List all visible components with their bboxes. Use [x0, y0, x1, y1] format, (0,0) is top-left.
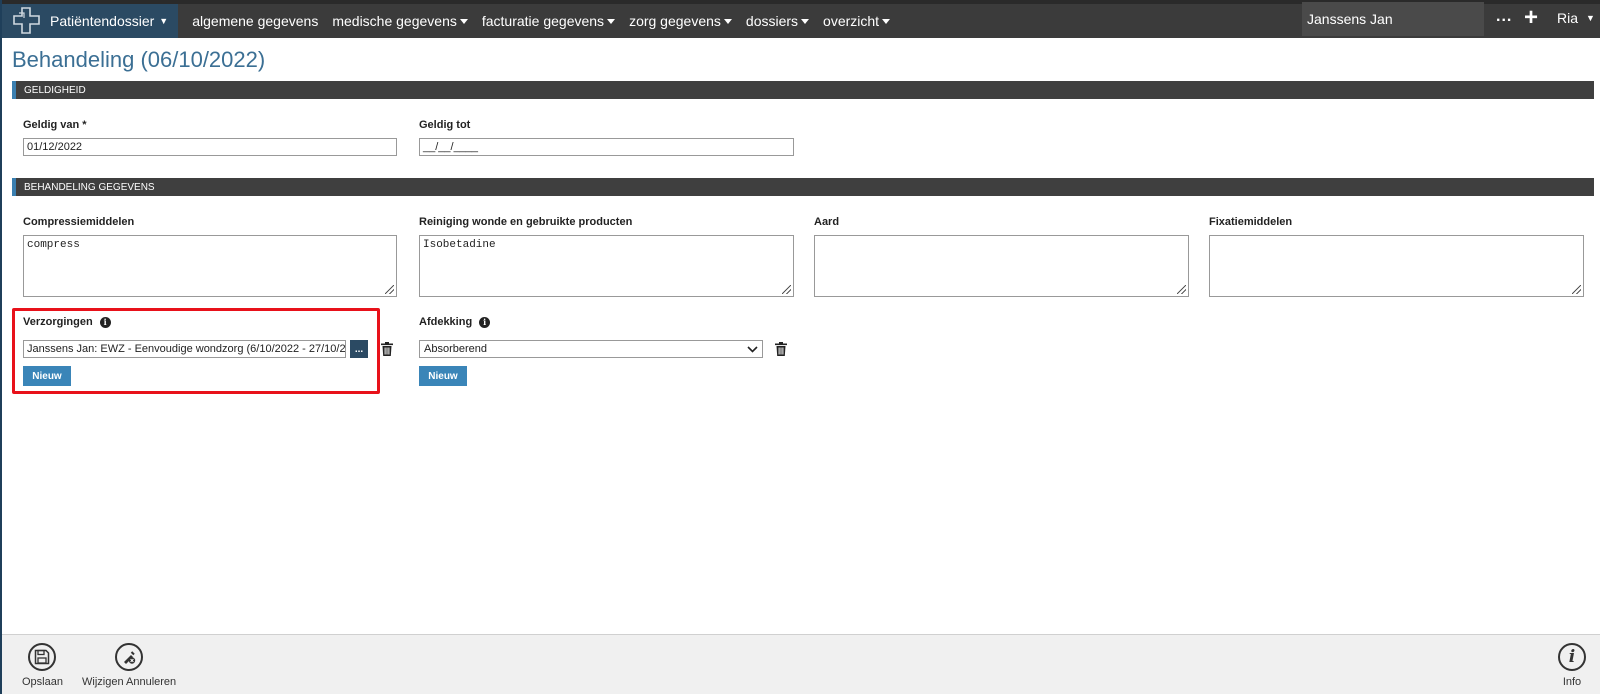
brand-label: Patiëntendossier — [50, 13, 155, 29]
dropdown-caret-icon — [801, 18, 810, 24]
add-button[interactable]: + — [1524, 4, 1538, 32]
nav-zorg-gegevens[interactable]: zorg gegevens — [629, 13, 732, 29]
section-header-geldigheid: GELDIGHEID — [12, 81, 1594, 99]
save-icon — [28, 643, 57, 671]
nav-label: facturatie gegevens — [481, 13, 605, 29]
aard-textarea[interactable] — [814, 235, 1189, 297]
user-name: Ria — [1557, 10, 1579, 26]
geldig-tot-label: Geldig tot — [419, 119, 471, 131]
compressiemiddelen-textarea[interactable]: compress — [23, 235, 397, 297]
geldig-van-input[interactable]: 01/12/2022 — [23, 138, 397, 156]
afdekking-label: Afdekking — [419, 316, 473, 328]
footer-toolbar: Opslaan Wijzigen Annuleren i Info — [2, 634, 1600, 694]
geldig-tot-input[interactable]: __/__/____ — [419, 138, 794, 156]
patient-selector[interactable]: Janssens Jan — [1302, 2, 1484, 36]
cancel-edit-icon — [115, 643, 144, 671]
afdekking-value: Absorberend — [424, 343, 487, 355]
info-button[interactable]: i Info — [1558, 643, 1586, 688]
nav-algemene-gegevens[interactable]: algemene gegevens — [192, 13, 318, 29]
nav-overzicht[interactable]: overzicht — [823, 13, 891, 29]
fixatiemiddelen-textarea[interactable] — [1209, 235, 1584, 297]
chevron-down-icon: ▼ — [159, 16, 169, 26]
fixatiemiddelen-label: Fixatiemiddelen — [1209, 216, 1293, 228]
verzorgingen-input[interactable]: Janssens Jan: EWZ - Eenvoudige wondzorg … — [23, 340, 346, 358]
cancel-changes-button[interactable]: Wijzigen Annuleren — [82, 643, 176, 688]
compressiemiddelen-label: Compressiemiddelen — [23, 216, 135, 228]
resize-grip-icon[interactable] — [782, 285, 791, 294]
chevron-down-icon — [747, 345, 758, 353]
dropdown-caret-icon — [882, 18, 891, 24]
nav-medische-gegevens[interactable]: medische gegevens — [332, 13, 468, 29]
medical-cross-logo-icon — [13, 7, 40, 34]
trash-icon[interactable] — [381, 342, 393, 356]
reiniging-textarea[interactable]: Isobetadine — [419, 235, 794, 297]
brand-menu[interactable]: Patiëntendossier ▼ — [2, 4, 179, 38]
more-button[interactable]: ... — [1496, 8, 1512, 26]
section-header-behandeling-gegevens: BEHANDELING GEGEVENS — [12, 178, 1594, 196]
verzorgingen-new-button[interactable]: Nieuw — [23, 366, 71, 386]
dropdown-caret-icon — [459, 18, 468, 24]
nav-label: zorg gegevens — [629, 13, 721, 29]
info-icon[interactable]: i — [99, 316, 111, 328]
save-label: Opslaan — [22, 676, 63, 688]
nav-dossiers[interactable]: dossiers — [745, 13, 810, 29]
afdekking-new-button[interactable]: Nieuw — [419, 366, 467, 386]
reiniging-label: Reiniging wonde en gebruikte producten — [419, 216, 633, 228]
save-button[interactable]: Opslaan — [22, 643, 63, 688]
resize-grip-icon[interactable] — [1572, 285, 1581, 294]
chevron-down-icon: ▼ — [1586, 13, 1595, 23]
afdekking-label-row: Afdekking i — [419, 316, 491, 328]
cancel-changes-label: Wijzigen Annuleren — [82, 676, 177, 688]
verzorgingen-label: Verzorgingen — [23, 316, 93, 328]
info-circle-icon: i — [1558, 643, 1586, 671]
info-label: Info — [1562, 676, 1582, 688]
user-menu[interactable]: Ria ▼ — [1557, 10, 1595, 26]
compressiemiddelen-value: compress — [27, 239, 80, 251]
verzorgingen-label-row: Verzorgingen i — [23, 316, 111, 328]
aard-label: Aard — [814, 216, 840, 228]
nav-label: dossiers — [745, 13, 799, 29]
trash-icon[interactable] — [775, 342, 787, 356]
patient-name: Janssens Jan — [1307, 11, 1393, 27]
nav-label: algemene gegevens — [192, 13, 319, 29]
resize-grip-icon[interactable] — [385, 285, 394, 294]
dropdown-caret-icon — [723, 18, 732, 24]
dropdown-caret-icon — [607, 18, 616, 24]
reiniging-value: Isobetadine — [423, 239, 496, 251]
nav-facturatie-gegevens[interactable]: facturatie gegevens — [481, 13, 616, 29]
afdekking-select[interactable]: Absorberend — [419, 340, 763, 358]
page-title: Behandeling (06/10/2022) — [12, 47, 266, 72]
nav-label: overzicht — [823, 13, 880, 29]
info-icon[interactable]: i — [479, 316, 491, 328]
verzorgingen-browse-button[interactable]: ... — [350, 340, 368, 358]
geldig-van-label: Geldig van * — [23, 119, 87, 131]
nav-label: medische gegevens — [332, 13, 457, 29]
resize-grip-icon[interactable] — [1177, 285, 1186, 294]
